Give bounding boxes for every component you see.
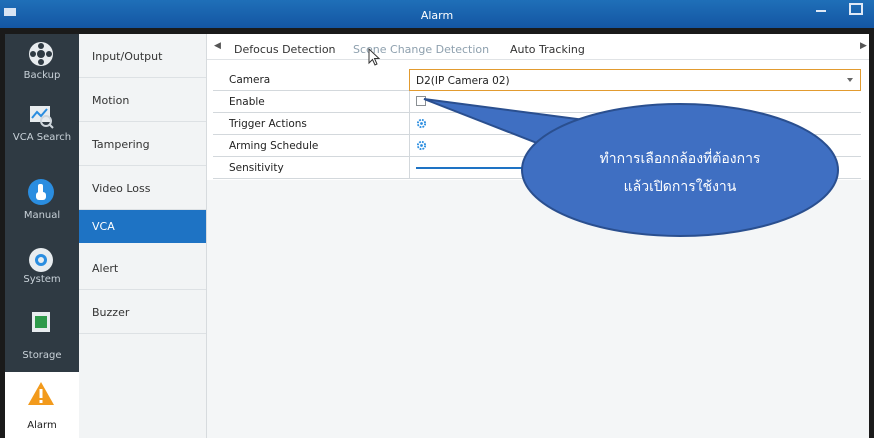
callout-line-1: ทำการเลือกกล้องที่ต้องการ — [599, 151, 761, 167]
callout-line-2: แล้วเปิดการใช้งาน — [623, 179, 737, 195]
callout-text: ทำการเลือกกล้องที่ต้องการ แล้วเปิดการใช้… — [555, 145, 805, 201]
callout-bubble — [423, 98, 839, 237]
mouse-cursor-icon — [368, 48, 381, 66]
